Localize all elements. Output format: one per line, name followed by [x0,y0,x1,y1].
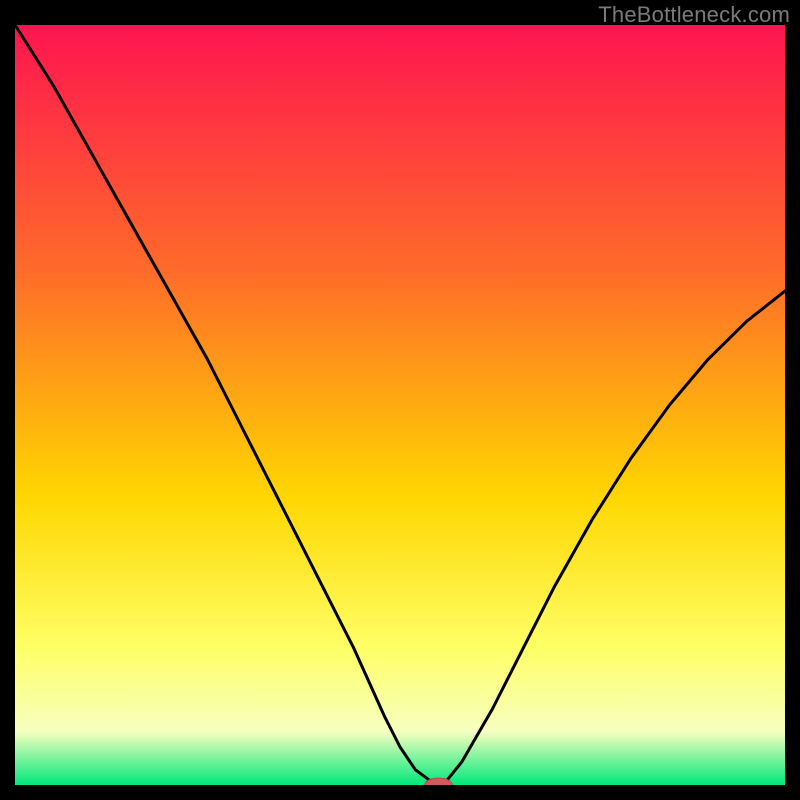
chart-frame: TheBottleneck.com [0,0,800,800]
plot-area [15,25,785,785]
bottleneck-chart [15,25,785,785]
